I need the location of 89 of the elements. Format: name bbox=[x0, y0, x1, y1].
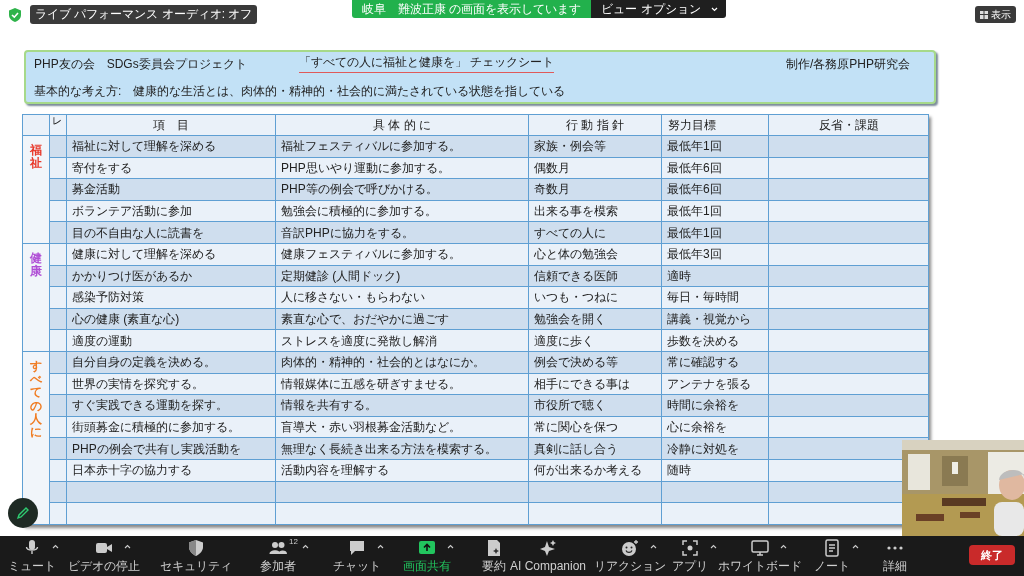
column-header: 具 体 的 に bbox=[275, 114, 529, 136]
toolbar-button[interactable]: AI Companion bbox=[509, 539, 587, 573]
table-cell: 盲導犬・赤い羽根募金活動など。 bbox=[275, 416, 529, 438]
table-cell: 街頭募金に積極的に参加する。 bbox=[66, 416, 276, 438]
grid-icon bbox=[980, 10, 988, 19]
table-cell: 適度の運動 bbox=[66, 329, 276, 352]
table-cell: 情報を共有する。 bbox=[275, 394, 529, 417]
toolbar-button[interactable]: チャット bbox=[332, 539, 382, 573]
table-cell: ストレスを適度に発散し解消 bbox=[275, 329, 529, 352]
caret-icon[interactable] bbox=[780, 544, 787, 549]
table-cell: 肉体的・精神的・社会的とはなにか。 bbox=[275, 351, 529, 374]
people-icon bbox=[269, 539, 287, 557]
table-cell: 人に移さない・もらわない bbox=[275, 286, 529, 309]
table-cell: 目の不自由な人に読書を bbox=[66, 221, 276, 244]
annotate-button[interactable] bbox=[8, 498, 38, 528]
table-cell: 活動内容を理解する bbox=[275, 459, 529, 481]
principle-text: 基本的な考え方: 健康的な生活とは、肉体的・精神的・社会的に満たされている状態を指している bbox=[34, 82, 567, 100]
shield-icon bbox=[187, 539, 205, 557]
toolbar-button[interactable]: ホワイトボード bbox=[717, 539, 803, 573]
table-cell: 音訳PHPに協力をする。 bbox=[275, 221, 529, 244]
chat-bubble-icon bbox=[348, 539, 366, 557]
author-label: 制作/各務原PHP研究会 bbox=[786, 55, 910, 73]
toolbar-button[interactable]: 詳細 bbox=[882, 539, 908, 573]
sheet-title: 「すべての人に福祉と健康を」 チェックシート bbox=[299, 54, 555, 73]
table-cell: かかりつけ医があるか bbox=[66, 265, 276, 287]
table-cell: 定期健診 (人間ドック) bbox=[275, 265, 529, 287]
column-header: 項 目 bbox=[66, 114, 276, 136]
table-cell: 無理なく長続き出来る方法を模索する。 bbox=[275, 437, 529, 460]
more-icon bbox=[887, 546, 903, 550]
toolbar-button[interactable]: アプリ bbox=[671, 539, 709, 573]
caret-icon[interactable] bbox=[710, 544, 717, 549]
caret-icon[interactable] bbox=[377, 544, 384, 549]
category-label: 福祉 bbox=[30, 144, 42, 171]
table-cell: ボランテア活動に参加 bbox=[66, 200, 276, 222]
audio-status-label[interactable]: ライブ パフォーマンス オーディオ: オフ bbox=[30, 5, 258, 24]
table-cell: 世界の実情を探究する。 bbox=[66, 373, 276, 395]
column-header: 反省・課題 bbox=[768, 114, 929, 136]
toolbar-button[interactable]: 要約 bbox=[481, 539, 507, 573]
table-cell: 募金活動 bbox=[66, 178, 276, 201]
caret-icon[interactable] bbox=[52, 544, 59, 549]
table-cell: PHP思いやり運動に参加する。 bbox=[275, 157, 529, 179]
caret-icon[interactable] bbox=[852, 544, 859, 549]
share-banner: 岐阜 難波正康 の画面を表示しています bbox=[352, 0, 592, 18]
notepad-icon bbox=[823, 539, 841, 557]
table-cell: PHP等の例会で呼びかける。 bbox=[275, 178, 529, 201]
table-cell: 寄付をする bbox=[66, 157, 276, 179]
document-icon bbox=[485, 539, 503, 557]
table-cell: 感染予防対策 bbox=[66, 286, 276, 309]
caret-icon bbox=[710, 6, 718, 12]
table-cell: 自分自身の定義を決める。 bbox=[66, 351, 276, 374]
end-button[interactable]: 終了 bbox=[969, 545, 1015, 565]
column-header: 行 動 指 針 bbox=[528, 114, 662, 136]
toolbar-button[interactable]: ミュート bbox=[7, 539, 57, 573]
table-cell: 日本赤十字の協力する bbox=[66, 459, 276, 481]
view-button[interactable]: 表示 bbox=[975, 6, 1016, 23]
category-label: 健康 bbox=[30, 251, 42, 279]
table-cell: 勉強会に積極的に参加する。 bbox=[275, 200, 529, 222]
toolbar-button[interactable]: ビデオの停止 bbox=[67, 539, 141, 573]
toolbar-button[interactable]: ノート bbox=[813, 539, 851, 573]
sparkle-icon bbox=[539, 539, 557, 557]
toolbar-button[interactable]: リアクション bbox=[593, 539, 667, 573]
pencil-icon bbox=[16, 506, 30, 520]
toolbar-button[interactable]: 12 参加者 bbox=[259, 539, 297, 573]
table-cell: 健康に対して理解を深める bbox=[66, 243, 276, 266]
smiley-icon bbox=[621, 539, 639, 557]
table-cell: 情報媒体に五感を研ぎすませる。 bbox=[275, 373, 529, 395]
table-cell: PHPの例会で共有し実践活動を bbox=[66, 437, 276, 460]
org-label: PHP友の会 SDGs委員会プロジェクト bbox=[34, 55, 248, 73]
caret-icon[interactable] bbox=[302, 544, 309, 549]
category-label: すべての人に bbox=[30, 359, 42, 440]
toolbar-button[interactable]: セキュリティ bbox=[159, 539, 233, 573]
table-cell: 健康フェスティバルに参加する。 bbox=[275, 243, 529, 266]
toolbar-button[interactable]: 画面共有 bbox=[402, 539, 452, 573]
microphone-icon bbox=[23, 539, 41, 557]
caret-icon[interactable] bbox=[124, 544, 131, 549]
view-options-button[interactable]: ビュー オプション bbox=[591, 0, 726, 18]
table-cell: 福祉フェスティバルに参加する。 bbox=[275, 135, 529, 158]
caret-icon[interactable] bbox=[650, 544, 657, 549]
participant-count: 12 bbox=[289, 536, 298, 548]
monitor-icon bbox=[751, 539, 769, 557]
share-screen-icon bbox=[418, 539, 436, 557]
table-cell: 福祉に対して理解を深める bbox=[66, 135, 276, 158]
table-cell: 素直な心で、おだやかに過ごす bbox=[275, 308, 529, 330]
table-cell: 心の健康 (素直な心) bbox=[66, 308, 276, 330]
column-header: 努力目標 bbox=[661, 114, 769, 136]
table-cell: すぐ実践できる運動を探す。 bbox=[66, 394, 276, 417]
shield-icon bbox=[7, 7, 23, 23]
caret-icon[interactable] bbox=[447, 544, 454, 549]
apps-icon bbox=[681, 539, 699, 557]
